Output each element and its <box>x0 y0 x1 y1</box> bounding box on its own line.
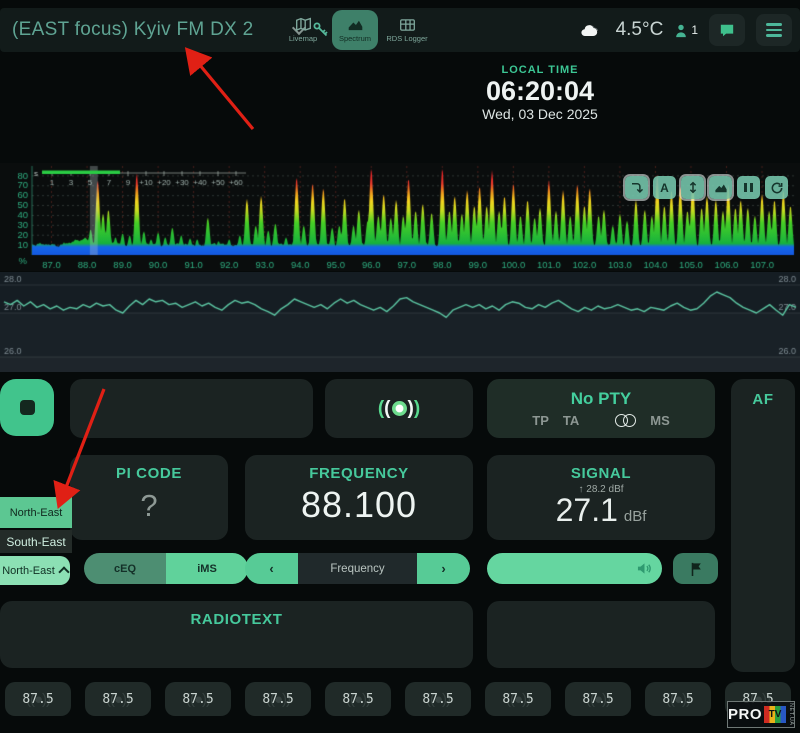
ms-flag: MS <box>650 413 670 428</box>
local-time-block: LOCAL TIME 06:20:04 Wed, 03 Dec 2025 <box>420 64 660 122</box>
tune-jump-button[interactable] <box>625 176 648 199</box>
local-time-label: LOCAL TIME <box>501 64 578 76</box>
frequency-panel: FREQUENCY 88.100 <box>245 455 473 540</box>
chevron-up-icon <box>58 566 69 577</box>
auto-mode-button[interactable]: A <box>653 176 676 199</box>
preset-button-9[interactable]: ((●))87.5 <box>645 682 711 716</box>
signal-label: SIGNAL <box>571 465 631 482</box>
map-icon <box>295 17 312 32</box>
graph-style-button[interactable] <box>709 176 732 199</box>
af-label: AF <box>731 391 795 408</box>
flag-report-button[interactable] <box>673 553 718 584</box>
audio-broadcast-button[interactable]: (()) <box>325 379 473 438</box>
pi-code-value: ? <box>140 488 157 524</box>
arrows-up-down-icon <box>686 180 700 195</box>
local-date: Wed, 03 Dec 2025 <box>482 106 598 122</box>
protv-logo: PRO TV NET.UA <box>727 701 795 728</box>
frequency-label: FREQUENCY <box>309 465 409 482</box>
ta-flag: TA <box>563 413 579 428</box>
nav-livemap[interactable]: Livemap <box>280 10 326 50</box>
eq-ims-toggle: cEQ iMS <box>84 553 248 584</box>
preset-button-5[interactable]: ((●))87.5 <box>325 682 391 716</box>
fmdx-webserver-app: (EAST focus) Kyiv FM DX 2 Livemap Spectr… <box>0 0 800 733</box>
frequency-input[interactable]: Frequency <box>298 553 417 584</box>
temperature: 4.5°C <box>616 19 664 41</box>
stop-icon <box>20 400 35 415</box>
nav-rds-logger[interactable]: RDS Logger <box>384 10 430 50</box>
frequency-value: 88.100 <box>301 484 417 526</box>
listener-count: 1 <box>674 23 698 38</box>
menu-button[interactable] <box>756 14 792 46</box>
vertical-scale-button[interactable] <box>681 176 704 199</box>
signal-unit: dBf <box>624 508 647 525</box>
station-name-panel <box>70 379 313 438</box>
annotation-arrow-1 <box>189 52 253 129</box>
area-chart-icon <box>347 18 364 32</box>
refresh-button[interactable] <box>765 176 788 199</box>
table-grid-icon <box>399 18 416 32</box>
user-icon <box>674 23 688 38</box>
tp-flag: TP <box>532 413 549 428</box>
frequency-down-button[interactable]: ‹ <box>245 553 298 584</box>
pty-value: No PTY <box>571 389 631 409</box>
pi-code-label: PI CODE <box>116 465 182 482</box>
radiotext-panel: RADIOTEXT <box>0 601 473 668</box>
antenna-option-south-east[interactable]: South-East <box>0 530 72 553</box>
top-nav: Livemap Spectrum RDS Logger <box>280 8 430 52</box>
status-group: 4.5°C 1 <box>579 8 792 52</box>
spectrum-toolbar: A <box>625 176 788 199</box>
af-list-panel: AF <box>731 379 795 672</box>
weather-cloud-icon <box>579 21 605 39</box>
rds-flags: TP TA MS <box>532 413 670 428</box>
area-chart-icon <box>714 182 728 194</box>
speaker-icon <box>636 561 653 576</box>
extra-info-panel <box>487 601 715 668</box>
pause-button[interactable] <box>737 176 760 199</box>
antenna-option-north-east[interactable]: North-East <box>0 497 72 528</box>
volume-slider[interactable] <box>487 553 662 584</box>
letter-a-icon: A <box>660 181 669 195</box>
chat-button[interactable] <box>709 14 745 46</box>
antenna-selected-value: North-East <box>2 565 55 577</box>
broadcast-icon: (()) <box>378 399 420 418</box>
flag-icon <box>689 561 703 577</box>
frequency-up-button[interactable]: › <box>417 553 470 584</box>
chat-icon <box>719 23 735 38</box>
local-time-value: 06:20:04 <box>486 76 594 106</box>
pi-code-panel: PI CODE ? <box>70 455 228 540</box>
frequency-stepper: ‹ Frequency › <box>245 553 470 584</box>
hamburger-icon <box>766 23 782 36</box>
signal-panel: SIGNAL ↑ 28.2 dBf 27.1 dBf <box>487 455 715 540</box>
nav-spectrum[interactable]: Spectrum <box>332 10 378 50</box>
play-stop-button[interactable] <box>0 379 54 436</box>
preset-button-6[interactable]: ((●))87.5 <box>405 682 471 716</box>
page-title: (EAST focus) Kyiv FM DX 2 <box>12 19 254 41</box>
pause-icon <box>744 183 753 192</box>
preset-button-1[interactable]: ((●))87.5 <box>5 682 71 716</box>
antenna-select[interactable]: North-East <box>0 556 70 585</box>
stereo-icon <box>615 414 636 427</box>
radiotext-label: RADIOTEXT <box>0 611 473 628</box>
preset-button-2[interactable]: ((●))87.5 <box>85 682 151 716</box>
signal-history-graph <box>0 272 800 372</box>
preset-button-7[interactable]: ((●))87.5 <box>485 682 551 716</box>
ceq-toggle[interactable]: cEQ <box>84 553 166 584</box>
preset-button-3[interactable]: ((●))87.5 <box>165 682 231 716</box>
ims-toggle[interactable]: iMS <box>166 553 248 584</box>
preset-button-8[interactable]: ((●))87.5 <box>565 682 631 716</box>
arrow-turn-down-icon <box>629 180 644 195</box>
signal-value: 27.1 <box>556 495 618 525</box>
preset-button-4[interactable]: ((●))87.5 <box>245 682 311 716</box>
pty-panel: No PTY TP TA MS <box>487 379 715 438</box>
refresh-icon <box>770 181 784 195</box>
